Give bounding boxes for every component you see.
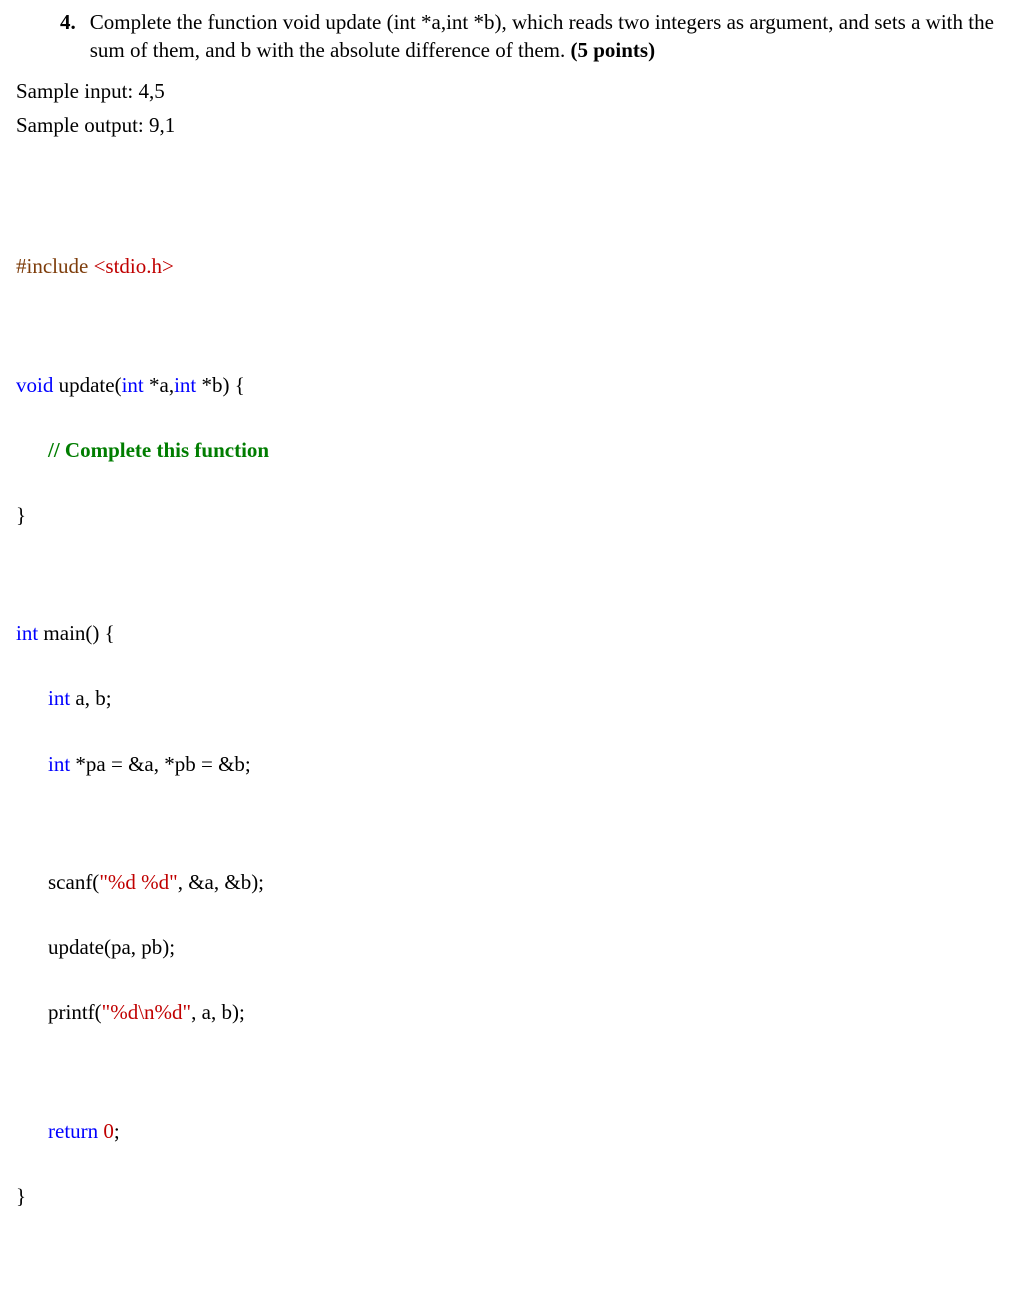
param-b: *b) { <box>196 373 245 397</box>
keyword-void: void <box>16 373 53 397</box>
return-semi: ; <box>114 1119 120 1143</box>
code-block: #include <stdio.h> void update(int *a,in… <box>16 217 1008 1277</box>
keyword-int: int <box>122 373 144 397</box>
code-line-update-call: update(pa, pb); <box>16 931 1008 964</box>
question-block: 4. Complete the function void update (in… <box>60 8 1008 65</box>
code-line-printf: printf("%d\n%d", a, b); <box>16 996 1008 1029</box>
sample-input: Sample input: 4,5 <box>16 77 1008 105</box>
code-line-update-sig: void update(int *a,int *b) { <box>16 369 1008 402</box>
sample-output: Sample output: 9,1 <box>16 111 1008 139</box>
update-call: update(pa, pb); <box>48 935 175 959</box>
include-header: <stdio.h> <box>88 254 174 278</box>
keyword-int: int <box>48 686 70 710</box>
blank-line <box>16 1062 1008 1083</box>
blank-line <box>16 315 1008 336</box>
question-text: Complete the function void update (int *… <box>90 8 1008 65</box>
preprocessor-directive: #include <box>16 254 88 278</box>
code-line-close-brace: } <box>16 1180 1008 1213</box>
printf-format: "%d\n%d" <box>102 1000 191 1024</box>
func-name: update( <box>53 373 121 397</box>
code-line-comment: // Complete this function <box>16 434 1008 467</box>
code-line-scanf: scanf("%d %d", &a, &b); <box>16 866 1008 899</box>
code-line-return: return 0; <box>16 1115 1008 1148</box>
printf-args: , a, b); <box>191 1000 245 1024</box>
question-body: Complete the function void update (int *… <box>90 10 994 62</box>
code-line-close-brace: } <box>16 499 1008 532</box>
code-line-main-sig: int main() { <box>16 617 1008 650</box>
param-a: *a, <box>144 373 174 397</box>
keyword-int: int <box>48 752 70 776</box>
scanf-args: , &a, &b); <box>178 870 264 894</box>
question-points: (5 points) <box>570 38 655 62</box>
keyword-int: int <box>16 621 38 645</box>
printf-call: printf( <box>48 1000 102 1024</box>
scanf-format: "%d %d" <box>99 870 177 894</box>
main-sig: main() { <box>38 621 115 645</box>
blank-line <box>16 564 1008 585</box>
document-page: 4. Complete the function void update (in… <box>0 0 1024 1294</box>
decl-ptrs: *pa = &a, *pb = &b; <box>70 752 251 776</box>
code-line-include: #include <stdio.h> <box>16 250 1008 283</box>
decl-ab: a, b; <box>70 686 111 710</box>
keyword-int: int <box>174 373 196 397</box>
return-zero: 0 <box>103 1119 114 1143</box>
spacer <box>16 145 1008 209</box>
keyword-return: return <box>48 1119 98 1143</box>
scanf-call: scanf( <box>48 870 99 894</box>
blank-line <box>16 813 1008 834</box>
code-line-decl-ab: int a, b; <box>16 682 1008 715</box>
question-number: 4. <box>60 8 90 65</box>
code-line-decl-ptrs: int *pa = &a, *pb = &b; <box>16 748 1008 781</box>
comment: // Complete this function <box>48 438 269 462</box>
